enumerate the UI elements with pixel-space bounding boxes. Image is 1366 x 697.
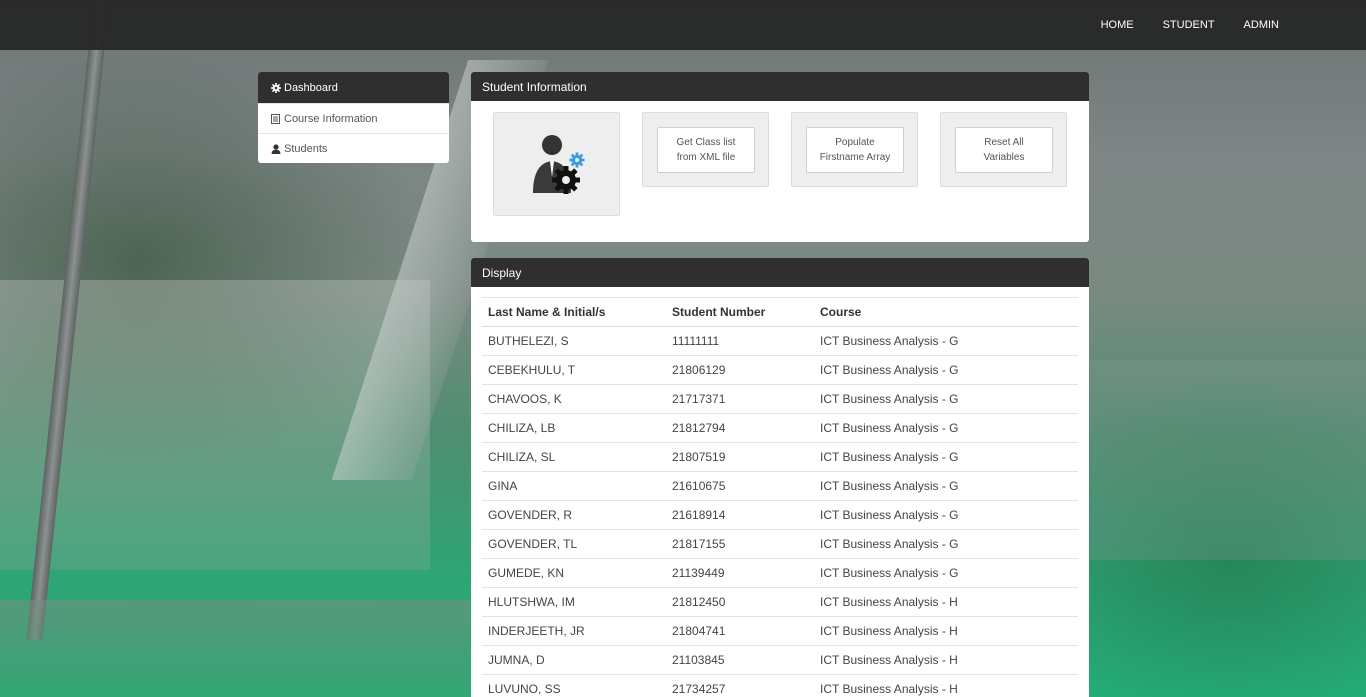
cell-course: ICT Business Analysis - G bbox=[814, 442, 1078, 472]
cell-student-number: 21610675 bbox=[666, 471, 814, 501]
sidebar-item-label: Students bbox=[284, 142, 328, 155]
user-icon bbox=[270, 143, 281, 154]
sidebar-item-label: Course Information bbox=[284, 112, 378, 125]
table-row: JUMNA, D 21103845 ICT Business Analysis - … bbox=[482, 645, 1078, 675]
cell-course: ICT Business Analysis - G bbox=[814, 413, 1078, 443]
sidebar-menu: Dashboard Course Information Students bbox=[258, 72, 449, 163]
cell-course: ICT Business Analysis - G bbox=[814, 384, 1078, 414]
column-header-course: Course bbox=[814, 297, 1078, 327]
table-row: CEBEKHULU, T 21806129 ICT Business Analysi… bbox=[482, 355, 1078, 385]
table-row: CHAVOOS, K 21717371 ICT Business Analysis … bbox=[482, 384, 1078, 414]
cell-student-number: 21717371 bbox=[666, 384, 814, 414]
cell-name: HLUTSHWA, IM bbox=[482, 587, 666, 617]
cell-course: ICT Business Analysis - H bbox=[814, 674, 1078, 697]
table-row: INDERJEETH, JR 21804741 ICT Business Analy… bbox=[482, 616, 1078, 646]
cell-student-number: 21618914 bbox=[666, 500, 814, 530]
cell-course: ICT Business Analysis - G bbox=[814, 326, 1078, 356]
table-row: GOVENDER, TL 21817155 ICT Business Analysi… bbox=[482, 529, 1078, 559]
nav-home-link[interactable]: HOME bbox=[1101, 19, 1134, 31]
populate-firstname-array-button[interactable]: Populate Firstname Array bbox=[806, 127, 904, 173]
cell-student-number: 21806129 bbox=[666, 355, 814, 385]
cell-student-number: 21817155 bbox=[666, 529, 814, 559]
cell-name: CHILIZA, LB bbox=[482, 413, 666, 443]
sidebar-item-course-information[interactable]: Course Information bbox=[258, 103, 449, 133]
cell-student-number: 21139449 bbox=[666, 558, 814, 588]
cell-name: CHAVOOS, K bbox=[482, 384, 666, 414]
panel-title: Student Information bbox=[471, 72, 1089, 101]
user-gear-icon bbox=[531, 133, 587, 200]
student-information-panel: Student Information Get Class list from … bbox=[471, 72, 1089, 242]
cell-course: ICT Business Analysis - H bbox=[814, 645, 1078, 675]
display-panel: Display Last Name & Initial/s Student Nu… bbox=[471, 258, 1089, 697]
get-class-list-button[interactable]: Get Class list from XML file bbox=[657, 127, 755, 173]
cell-name: GOVENDER, TL bbox=[482, 529, 666, 559]
reset-variables-tile: Reset All Variables bbox=[940, 112, 1067, 187]
table-row: GUMEDE, KN 21139449 ICT Business Analysis … bbox=[482, 558, 1078, 588]
cell-name: GUMEDE, KN bbox=[482, 558, 666, 588]
table-row: BUTHELEZI, S 11111111 ICT Business Analysi… bbox=[482, 326, 1078, 356]
cell-student-number: 21807519 bbox=[666, 442, 814, 472]
populate-firstname-tile: Populate Firstname Array bbox=[791, 112, 918, 187]
table-row: GOVENDER, R 21618914 ICT Business Analysis… bbox=[482, 500, 1078, 530]
get-class-list-tile: Get Class list from XML file bbox=[642, 112, 769, 187]
cell-name: INDERJEETH, JR bbox=[482, 616, 666, 646]
cell-student-number: 21812794 bbox=[666, 413, 814, 443]
cell-course: ICT Business Analysis - G bbox=[814, 355, 1078, 385]
table-row: CHILIZA, SL 21807519 ICT Business Analysis… bbox=[482, 442, 1078, 472]
table-row: LUVUNO, SS 21734257 ICT Business Analysis … bbox=[482, 674, 1078, 697]
button-label: Firstname Array bbox=[819, 152, 891, 163]
students-table: Last Name & Initial/s Student Number Cou… bbox=[482, 297, 1078, 697]
nav-student-link[interactable]: STUDENT bbox=[1163, 19, 1215, 31]
gear-icon bbox=[270, 82, 281, 93]
cell-name: LUVUNO, SS bbox=[482, 674, 666, 697]
nav-links: HOME STUDENT ADMIN bbox=[1072, 0, 1279, 50]
sidebar-item-label: Dashboard bbox=[284, 81, 338, 94]
sidebar-item-students[interactable]: Students bbox=[258, 133, 449, 163]
book-icon bbox=[270, 113, 281, 124]
background-building bbox=[1090, 360, 1366, 560]
table-header-row: Last Name & Initial/s Student Number Cou… bbox=[482, 297, 1078, 327]
cell-name: GINA bbox=[482, 471, 666, 501]
table-row: HLUTSHWA, IM 21812450 ICT Business Analysi… bbox=[482, 587, 1078, 617]
cell-name: JUMNA, D bbox=[482, 645, 666, 675]
button-label: Populate bbox=[835, 137, 875, 148]
cell-course: ICT Business Analysis - G bbox=[814, 471, 1078, 501]
cell-name: CEBEKHULU, T bbox=[482, 355, 666, 385]
button-label: Get Class list bbox=[676, 137, 736, 148]
sidebar-item-dashboard[interactable]: Dashboard bbox=[258, 72, 449, 103]
cell-name: CHILIZA, SL bbox=[482, 442, 666, 472]
top-navbar: HOME STUDENT ADMIN bbox=[0, 0, 1366, 50]
cell-name: GOVENDER, R bbox=[482, 500, 666, 530]
table-row: GINA 21610675 ICT Business Analysis - G bbox=[482, 471, 1078, 501]
table-row: CHILIZA, LB 21812794 ICT Business Analysis… bbox=[482, 413, 1078, 443]
column-header-name: Last Name & Initial/s bbox=[482, 297, 666, 327]
panel-title: Display bbox=[471, 258, 1089, 287]
cell-student-number: 21812450 bbox=[666, 587, 814, 617]
column-header-student-number: Student Number bbox=[666, 297, 814, 327]
reset-all-variables-button[interactable]: Reset All Variables bbox=[955, 127, 1053, 173]
nav-admin-link[interactable]: ADMIN bbox=[1244, 19, 1279, 31]
cell-course: ICT Business Analysis - G bbox=[814, 500, 1078, 530]
background-ground bbox=[0, 600, 470, 697]
button-label: Reset All bbox=[984, 137, 1024, 148]
cell-student-number: 21103845 bbox=[666, 645, 814, 675]
cell-course: ICT Business Analysis - H bbox=[814, 587, 1078, 617]
cell-student-number: 11111111 bbox=[666, 326, 814, 356]
cell-student-number: 21804741 bbox=[666, 616, 814, 646]
button-label: Variables bbox=[983, 152, 1025, 163]
cell-course: ICT Business Analysis - G bbox=[814, 529, 1078, 559]
cell-course: ICT Business Analysis - G bbox=[814, 558, 1078, 588]
cell-course: ICT Business Analysis - H bbox=[814, 616, 1078, 646]
admin-icon-tile bbox=[493, 112, 620, 216]
cell-student-number: 21734257 bbox=[666, 674, 814, 697]
cell-name: BUTHELEZI, S bbox=[482, 326, 666, 356]
button-label: from XML file bbox=[676, 152, 736, 163]
